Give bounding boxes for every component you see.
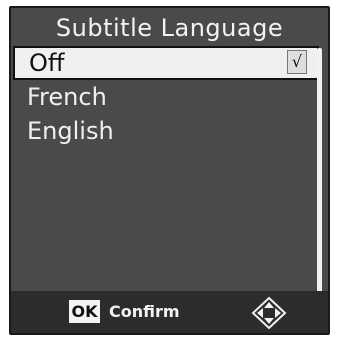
list-item-english[interactable]: English: [11, 114, 321, 148]
footer-bar: OK Confirm: [11, 291, 328, 333]
scrollbar[interactable]: [317, 48, 322, 294]
list-item-french[interactable]: French: [11, 80, 321, 114]
confirm-label: Confirm: [109, 302, 180, 321]
list-item-label: French: [27, 83, 107, 111]
subtitle-language-menu: Subtitle Language Off √ French English O…: [9, 6, 330, 335]
ok-button-icon[interactable]: OK: [69, 300, 100, 323]
menu-title: Subtitle Language: [55, 14, 284, 42]
checkmark-icon: √: [287, 50, 307, 74]
list-item-off[interactable]: Off √: [13, 46, 319, 80]
language-list: Off √ French English: [11, 46, 321, 148]
dpad-icon: [251, 296, 287, 330]
list-item-label: English: [27, 117, 114, 145]
list-item-label: Off: [29, 49, 65, 77]
